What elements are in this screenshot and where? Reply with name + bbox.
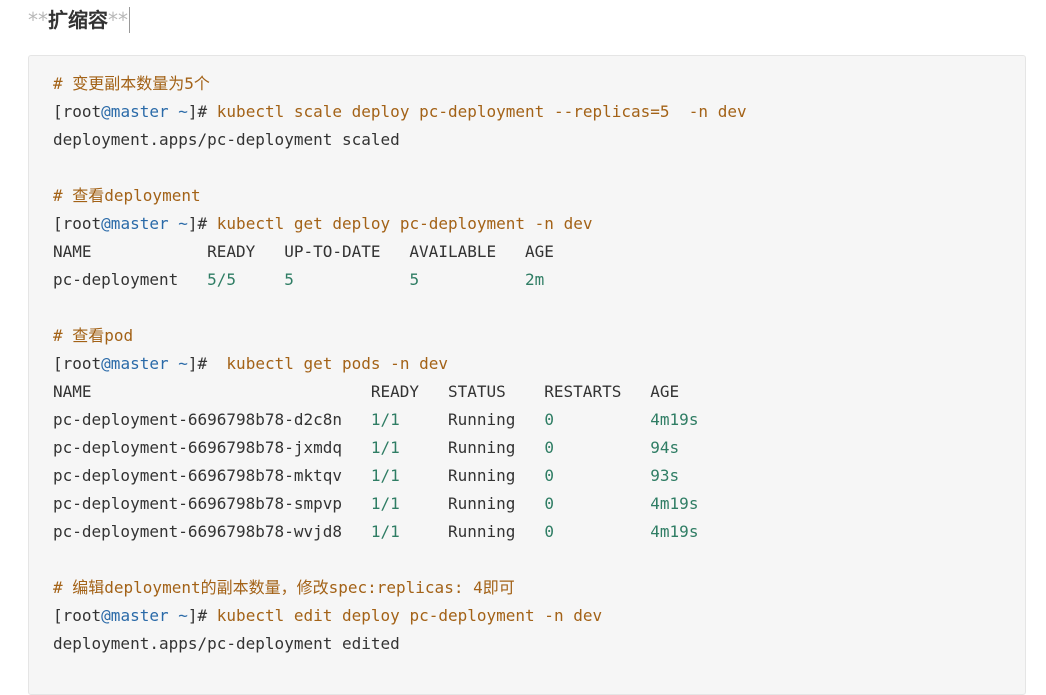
section-heading: **扩缩容** xyxy=(28,6,130,34)
table-row: pc-deployment-6696798b78-mktqv 1/1 Runni… xyxy=(53,462,1015,490)
shell-command: kubectl get deploy pc-deployment -n dev xyxy=(207,214,593,233)
deploy-available: 5 xyxy=(409,270,420,289)
code-comment: # 查看deployment xyxy=(53,186,201,205)
pod-status: Running xyxy=(447,466,516,485)
column-gap xyxy=(419,270,525,289)
deploy-name: pc-deployment xyxy=(53,270,208,289)
prompt-host: @master xyxy=(101,102,169,121)
column-gap xyxy=(400,494,448,513)
column-gap xyxy=(515,410,544,429)
table-row: pc-deployment-6696798b78-smpvp 1/1 Runni… xyxy=(53,490,1015,518)
pod-name: pc-deployment-6696798b78-jxmdq xyxy=(53,438,371,457)
pod-age: 4m19s xyxy=(650,522,699,541)
code-comment: # 变更副本数量为5个 xyxy=(53,74,210,93)
prompt-path: ~]# xyxy=(178,214,208,233)
shell-prompt-line: [root@master ~]# kubectl get deploy pc-d… xyxy=(53,210,1015,238)
pod-restarts: 0 xyxy=(544,466,554,485)
deploy-age: 2m xyxy=(525,270,545,289)
pod-ready: 1/1 xyxy=(370,438,400,457)
prompt-path: ~]# xyxy=(178,606,208,625)
shell-command: kubectl get pods -n dev xyxy=(207,354,448,373)
pod-name: pc-deployment-6696798b78-mktqv xyxy=(53,466,371,485)
table-header: NAME READY STATUS RESTARTS AGE xyxy=(53,382,680,401)
shell-command: kubectl edit deploy pc-deployment -n dev xyxy=(207,606,603,625)
pod-restarts: 0 xyxy=(544,494,554,513)
column-gap xyxy=(554,410,650,429)
column-gap xyxy=(400,438,448,457)
code-comment: # 编辑deployment的副本数量，修改spec:replicas: 4即可 xyxy=(53,578,515,597)
column-gap xyxy=(554,522,650,541)
table-row: pc-deployment-6696798b78-jxmdq 1/1 Runni… xyxy=(53,434,1015,462)
pod-ready: 1/1 xyxy=(370,410,400,429)
command-output: deployment.apps/pc-deployment scaled xyxy=(53,130,400,149)
shell-prompt-line: [root@master ~]# kubectl get pods -n dev xyxy=(53,350,1015,378)
column-gap xyxy=(515,494,544,513)
column-gap xyxy=(400,522,448,541)
column-gap xyxy=(515,438,544,457)
pod-ready: 1/1 xyxy=(370,522,400,541)
table-header: NAME READY UP-TO-DATE AVAILABLE AGE xyxy=(53,242,554,261)
pod-name: pc-deployment-6696798b78-smpvp xyxy=(53,494,371,513)
pod-status: Running xyxy=(447,410,516,429)
pod-name: pc-deployment-6696798b78-wvjd8 xyxy=(53,522,371,541)
column-gap xyxy=(400,466,448,485)
pod-ready: 1/1 xyxy=(370,466,400,485)
command-output: deployment.apps/pc-deployment edited xyxy=(53,634,400,653)
prompt-host: @master xyxy=(101,214,169,233)
shell-command: kubectl scale deploy pc-deployment --rep… xyxy=(207,102,747,121)
deploy-ready: 5/5 xyxy=(207,270,237,289)
shell-prompt-line: [root@master ~]# kubectl scale deploy pc… xyxy=(53,98,1015,126)
markdown-bold-close-marker: ** xyxy=(108,8,128,32)
column-gap xyxy=(515,522,544,541)
prompt-host: @master xyxy=(101,354,169,373)
prompt-user: [root xyxy=(53,102,102,121)
markdown-bold-open-marker: ** xyxy=(28,8,48,32)
pod-age: 94s xyxy=(650,438,680,457)
code-comment: # 查看pod xyxy=(53,326,134,345)
pod-age: 4m19s xyxy=(650,410,699,429)
column-gap xyxy=(515,466,544,485)
column-gap xyxy=(554,494,650,513)
code-block[interactable]: # 变更副本数量为5个 [root@master ~]# kubectl sca… xyxy=(28,55,1026,695)
pod-age: 4m19s xyxy=(650,494,699,513)
column-gap xyxy=(236,270,284,289)
column-gap xyxy=(554,438,650,457)
table-row: pc-deployment-6696798b78-wvjd8 1/1 Runni… xyxy=(53,518,1015,546)
pod-ready: 1/1 xyxy=(370,494,400,513)
pod-restarts: 0 xyxy=(544,522,554,541)
code-content: # 变更副本数量为5个 [root@master ~]# kubectl sca… xyxy=(53,70,1015,658)
shell-prompt-line: [root@master ~]# kubectl edit deploy pc-… xyxy=(53,602,1015,630)
prompt-user: [root xyxy=(53,354,102,373)
prompt-host: @master xyxy=(101,606,169,625)
table-row: pc-deployment-6696798b78-d2c8n 1/1 Runni… xyxy=(53,406,1015,434)
pod-restarts: 0 xyxy=(544,438,554,457)
prompt-path: ~]# xyxy=(178,354,208,373)
pod-age: 93s xyxy=(650,466,680,485)
column-gap xyxy=(554,466,650,485)
deploy-up-to-date: 5 xyxy=(284,270,294,289)
heading-text: 扩缩容 xyxy=(48,8,108,32)
column-gap xyxy=(400,410,448,429)
pod-status: Running xyxy=(447,438,516,457)
column-gap xyxy=(294,270,410,289)
prompt-path: ~]# xyxy=(178,102,208,121)
pod-status: Running xyxy=(447,522,516,541)
prompt-user: [root xyxy=(53,214,102,233)
table-row: pc-deployment 5/5 5 5 2m xyxy=(53,266,1015,294)
pod-restarts: 0 xyxy=(544,410,554,429)
prompt-user: [root xyxy=(53,606,102,625)
pod-status: Running xyxy=(447,494,516,513)
pod-name: pc-deployment-6696798b78-d2c8n xyxy=(53,410,371,429)
text-cursor xyxy=(129,7,130,33)
